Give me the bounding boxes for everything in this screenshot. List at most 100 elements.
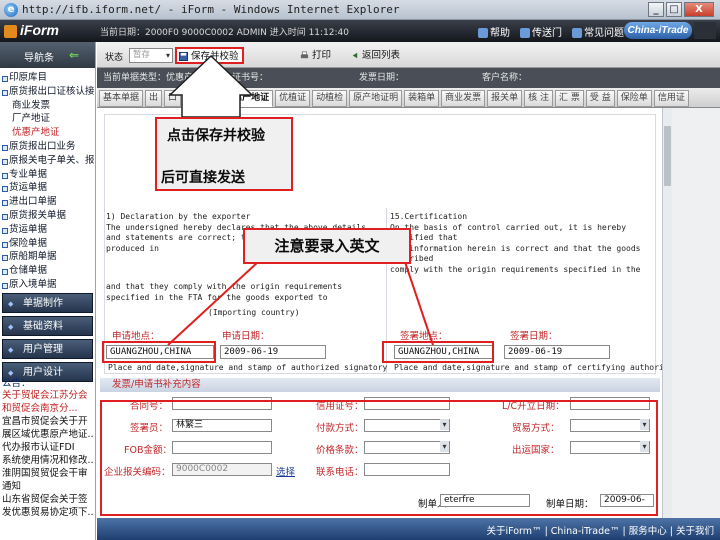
minimize-button[interactable]: _ <box>648 2 664 17</box>
ie-icon: e <box>4 3 18 17</box>
sidebar: 导航条 ⇐ 印原库目 原货报出口证核认接 商业发票 厂产地证 优惠产地证 原货报… <box>0 42 96 540</box>
doc-tabs: 基本单据 出 口 单 优惠产地证 优植证 动植检 原产地证明 装箱单 商业发票 … <box>97 88 720 108</box>
notice-item[interactable]: 通知 <box>2 480 93 493</box>
comply-text: and that they comply with the origin req… <box>106 282 343 302</box>
faq-link[interactable]: 常见问题 <box>572 24 624 39</box>
notice-item[interactable]: 山东省贸促会关于签 <box>2 493 93 506</box>
faq-icon <box>572 28 582 38</box>
content-scrollbar[interactable] <box>662 108 672 518</box>
tab-item[interactable]: 装箱单 <box>404 90 440 107</box>
return-list-button[interactable]: 返回列表 <box>347 47 404 64</box>
authority-sign-hint: Place and date,signature and stamp of ce… <box>394 363 674 372</box>
tree-item[interactable]: 货运单据 <box>2 223 95 237</box>
exporter-sign-hint: Place and date,signature and stamp of au… <box>108 363 388 372</box>
header-corner <box>694 22 716 39</box>
notice-item[interactable]: 代办报市认证FDI <box>2 441 93 454</box>
tree-item[interactable]: 进出口单据 <box>2 195 95 209</box>
tab-item[interactable]: 汇 票 <box>555 90 584 107</box>
apply-date-label: 申请日期： <box>222 331 270 342</box>
tab-item[interactable]: 核 注 <box>524 90 554 107</box>
close-button[interactable]: X <box>684 2 714 17</box>
sidebar-menu: 单据制作 基础资料 用户管理 用户设计 <box>0 290 95 385</box>
sign-date-label: 签署日期： <box>510 331 558 342</box>
portal-link[interactable]: 传送门 <box>520 24 562 39</box>
save-validate-button[interactable]: 保存并校验 <box>175 47 244 64</box>
tree-item[interactable]: 保险单据 <box>2 237 95 251</box>
sign-date-input[interactable]: 2009-06-19 <box>504 345 610 359</box>
invoice-section-title: 发票/申请书补充内容 <box>100 378 660 392</box>
apply-date-input[interactable]: 2009-06-19 <box>220 345 326 359</box>
back-icon <box>352 52 358 59</box>
tab-item[interactable]: 口 <box>164 90 182 107</box>
tab-item[interactable]: 受 益 <box>585 90 615 107</box>
notice-item[interactable]: 淮阴国贸贸促会干审 <box>2 467 93 480</box>
china-itrade-logo[interactable]: China-iTrade <box>624 22 692 39</box>
tree-item[interactable]: 厂产地证 <box>2 112 95 126</box>
tab-item[interactable]: 单 <box>183 90 201 107</box>
notice-item[interactable]: 发优惠贸易协定项下... <box>2 506 93 519</box>
session-info: 当前日期：2000F0 9000C0002 ADMIN 进入时间 11:12:4… <box>100 28 350 38</box>
customer-label: 客户名称： <box>482 73 528 83</box>
notice-item[interactable]: 和贸促会南京分... <box>2 402 93 415</box>
form-info-bar: 当前单据类型：优惠产地证 证书号： 发票日期： 客户名称： <box>97 68 720 88</box>
sidebar-header: 导航条 ⇐ <box>0 42 95 68</box>
menu-base-data[interactable]: 基础资料 <box>2 316 93 337</box>
maximize-button[interactable]: □ <box>666 2 682 17</box>
tree-item[interactable]: 印原库目 <box>2 71 95 85</box>
doc-tree: 印原库目 原货报出口证核认接 商业发票 厂产地证 优惠产地证 原货报出口业务 原… <box>0 68 95 292</box>
tab-basic[interactable]: 基本单据 <box>99 90 144 107</box>
tree-item[interactable]: 原货报出口证核认接 <box>2 85 95 99</box>
tree-item[interactable]: 原货报出口业务 <box>2 140 95 154</box>
sign-place-label: 签署地点： <box>400 331 448 342</box>
tree-item[interactable]: 原货报关单据 <box>2 209 95 223</box>
tab-item[interactable]: 优植证 <box>275 90 311 107</box>
help-link[interactable]: 帮助 <box>478 24 510 39</box>
scrollbar-thumb[interactable] <box>664 126 671 186</box>
tree-item[interactable]: 专业单据 <box>2 168 95 182</box>
notice-item[interactable]: 系统使用情况和修改... <box>2 454 93 467</box>
help-icon <box>478 28 488 38</box>
tab-preferential-origin[interactable]: 优惠产地证 <box>220 90 274 107</box>
doc-type-label: 当前单据类型：优惠产地证 <box>103 73 212 83</box>
cert-no-label: 证书号： <box>232 73 269 83</box>
portal-icon <box>520 28 530 38</box>
window-title: http://ifb.iform.net/ - iForm - Windows … <box>22 3 400 16</box>
menu-user-manage[interactable]: 用户管理 <box>2 339 93 360</box>
tree-item-active[interactable]: 优惠产地证 <box>2 126 95 140</box>
tab-item[interactable]: 信用证 <box>653 90 689 107</box>
collapse-arrow-icon[interactable]: ⇐ <box>69 48 79 62</box>
notice-item[interactable]: 宜昌市贸促会关于开 <box>2 415 93 428</box>
english-tip-callout: 注意要录入英文 <box>243 228 411 264</box>
notice-item[interactable]: 关于贸促会江苏分会 <box>2 389 93 402</box>
print-button[interactable]: 打印 <box>297 47 335 64</box>
status-select[interactable]: 暂存 <box>129 48 173 63</box>
app-header: iForm 当前日期：2000F0 9000C0002 ADMIN 进入时间 1… <box>0 20 720 42</box>
highlight-apply-place <box>102 341 216 363</box>
tab-item[interactable]: 原产地证明 <box>349 90 403 107</box>
browser-titlebar: e http://ifb.iform.net/ - iForm - Window… <box>0 0 720 20</box>
tree-item[interactable]: 原报关电子单关、报检 <box>2 154 95 168</box>
tab-item[interactable]: 出 <box>145 90 163 107</box>
date-label: 发票日期： <box>359 73 405 83</box>
save-tip-callout: 点击保存并校验 后可直接发送 <box>155 117 293 191</box>
footer-links[interactable]: 关于iForm™ | China-iTrade™ | 服务中心 | 关于我们 <box>486 523 714 537</box>
tree-item[interactable]: 商业发票 <box>2 99 95 113</box>
tab-item[interactable] <box>202 90 219 107</box>
floppy-icon <box>179 52 188 61</box>
tab-item[interactable]: 报关单 <box>487 90 523 107</box>
printer-icon <box>300 51 309 59</box>
status-label: 状态 <box>105 53 124 63</box>
tree-item[interactable]: 货运单据 <box>2 181 95 195</box>
tree-item[interactable]: 仓储单据 <box>2 264 95 278</box>
notice-item[interactable]: 展区域优惠原产地证... <box>2 428 93 441</box>
highlight-sign-place <box>382 341 494 363</box>
tab-item[interactable]: 商业发票 <box>441 90 486 107</box>
save-tip-line-1: 点击保存并校验 <box>167 128 265 144</box>
tab-item[interactable]: 保险单 <box>616 90 652 107</box>
tab-item[interactable]: 动植检 <box>312 90 348 107</box>
save-tip-line-2: 后可直接发送 <box>161 170 245 186</box>
iform-logo: iForm <box>4 22 74 40</box>
right-rail <box>672 108 720 518</box>
tree-item[interactable]: 原船期单据 <box>2 250 95 264</box>
menu-doc-making[interactable]: 单据制作 <box>2 293 93 314</box>
